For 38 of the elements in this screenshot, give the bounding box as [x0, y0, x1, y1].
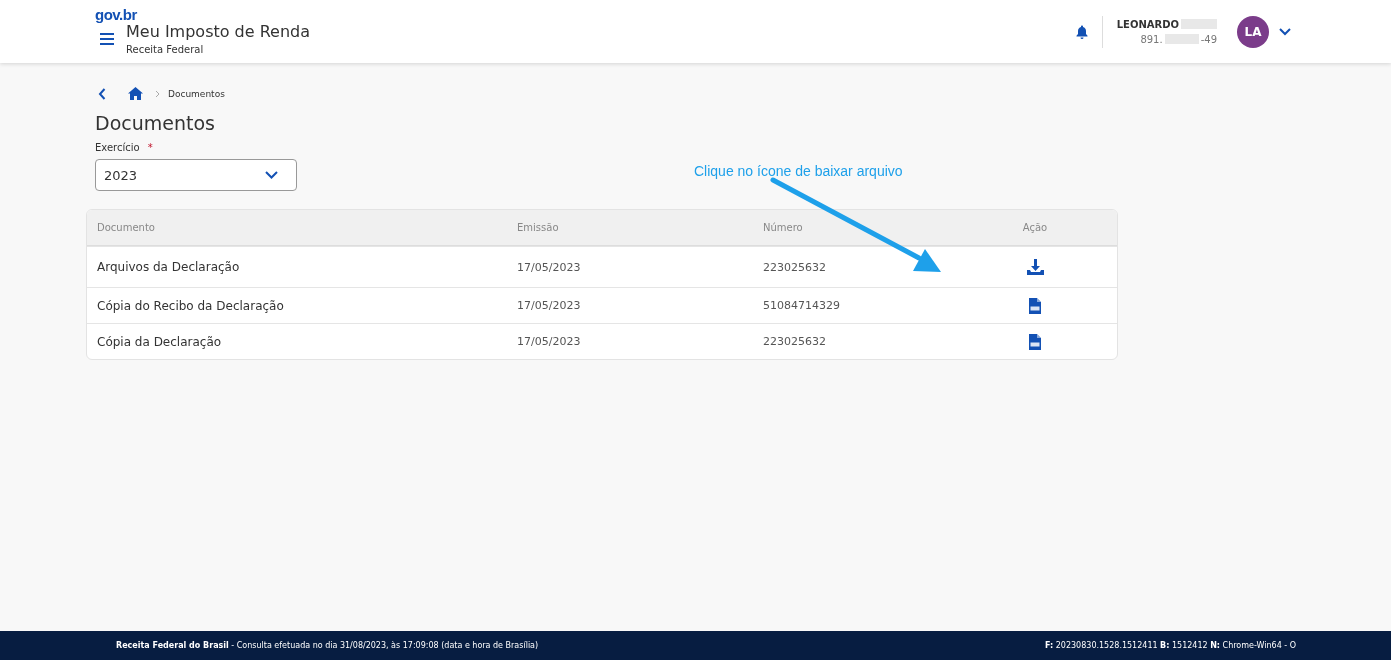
table-cell-text: Cópia da Declaração [96, 334, 223, 349]
user-name: LEONARDO [1116, 18, 1179, 30]
chevron-right-icon [155, 89, 160, 98]
logo[interactable]: gov.br [95, 8, 311, 22]
required-mark: * [147, 142, 153, 153]
back-icon[interactable] [98, 87, 106, 100]
table-cell-text: 17/05/2023 [517, 260, 582, 274]
column-header: Número [763, 222, 804, 233]
footer-text: Receita Federal do Brasil - Consulta efetuada no dia 31/08/2023, às 17:09:08 (data e hora de Brasília) [116, 641, 539, 650]
table-cell-text: Cópia do Recibo da Declaração [96, 298, 285, 313]
annotation-text: Clique no ícone de baixar arquivo [694, 163, 903, 179]
year-select[interactable]: 2023 [95, 159, 297, 191]
pdf-file-icon[interactable] [1029, 297, 1041, 314]
menu-icon[interactable] [100, 32, 114, 45]
table-cell-text: 17/05/2023 [517, 299, 582, 312]
app-subtitle: Receita Federal [126, 44, 205, 55]
pdf-file-icon[interactable] [1029, 333, 1041, 350]
user-id-end: -49 [1200, 33, 1217, 45]
user-id-start: 891. [1140, 33, 1163, 45]
field-label: Exercício [95, 142, 140, 153]
breadcrumb-item[interactable]: Documentos [168, 88, 225, 99]
chevron-down-icon[interactable] [1279, 27, 1291, 36]
table-cell-text: 223025632 [763, 335, 827, 348]
table-cell-text: 51084714329 [763, 299, 841, 312]
table-cell-text: Arquivos da Declaração [96, 260, 241, 274]
chevron-down-icon [265, 171, 278, 179]
column-header: Ação [1021, 222, 1049, 233]
home-icon[interactable] [128, 87, 143, 100]
table-cell-text: 223025632 [763, 260, 827, 274]
user-avatar[interactable]: LA [1237, 15, 1269, 48]
column-header: Documento [96, 222, 156, 233]
table-cell-text: 17/05/2023 [517, 335, 582, 348]
download-icon[interactable] [1026, 259, 1044, 275]
build-info: F: 20230830.1528.1512411 B: 1512412 N: Chrome-Win64 - O [1045, 641, 1296, 650]
page-title: Documentos [95, 112, 216, 134]
column-header: Emissão [517, 222, 560, 233]
app-title: Meu Imposto de Renda [126, 22, 311, 41]
bell-icon[interactable] [1075, 24, 1088, 39]
